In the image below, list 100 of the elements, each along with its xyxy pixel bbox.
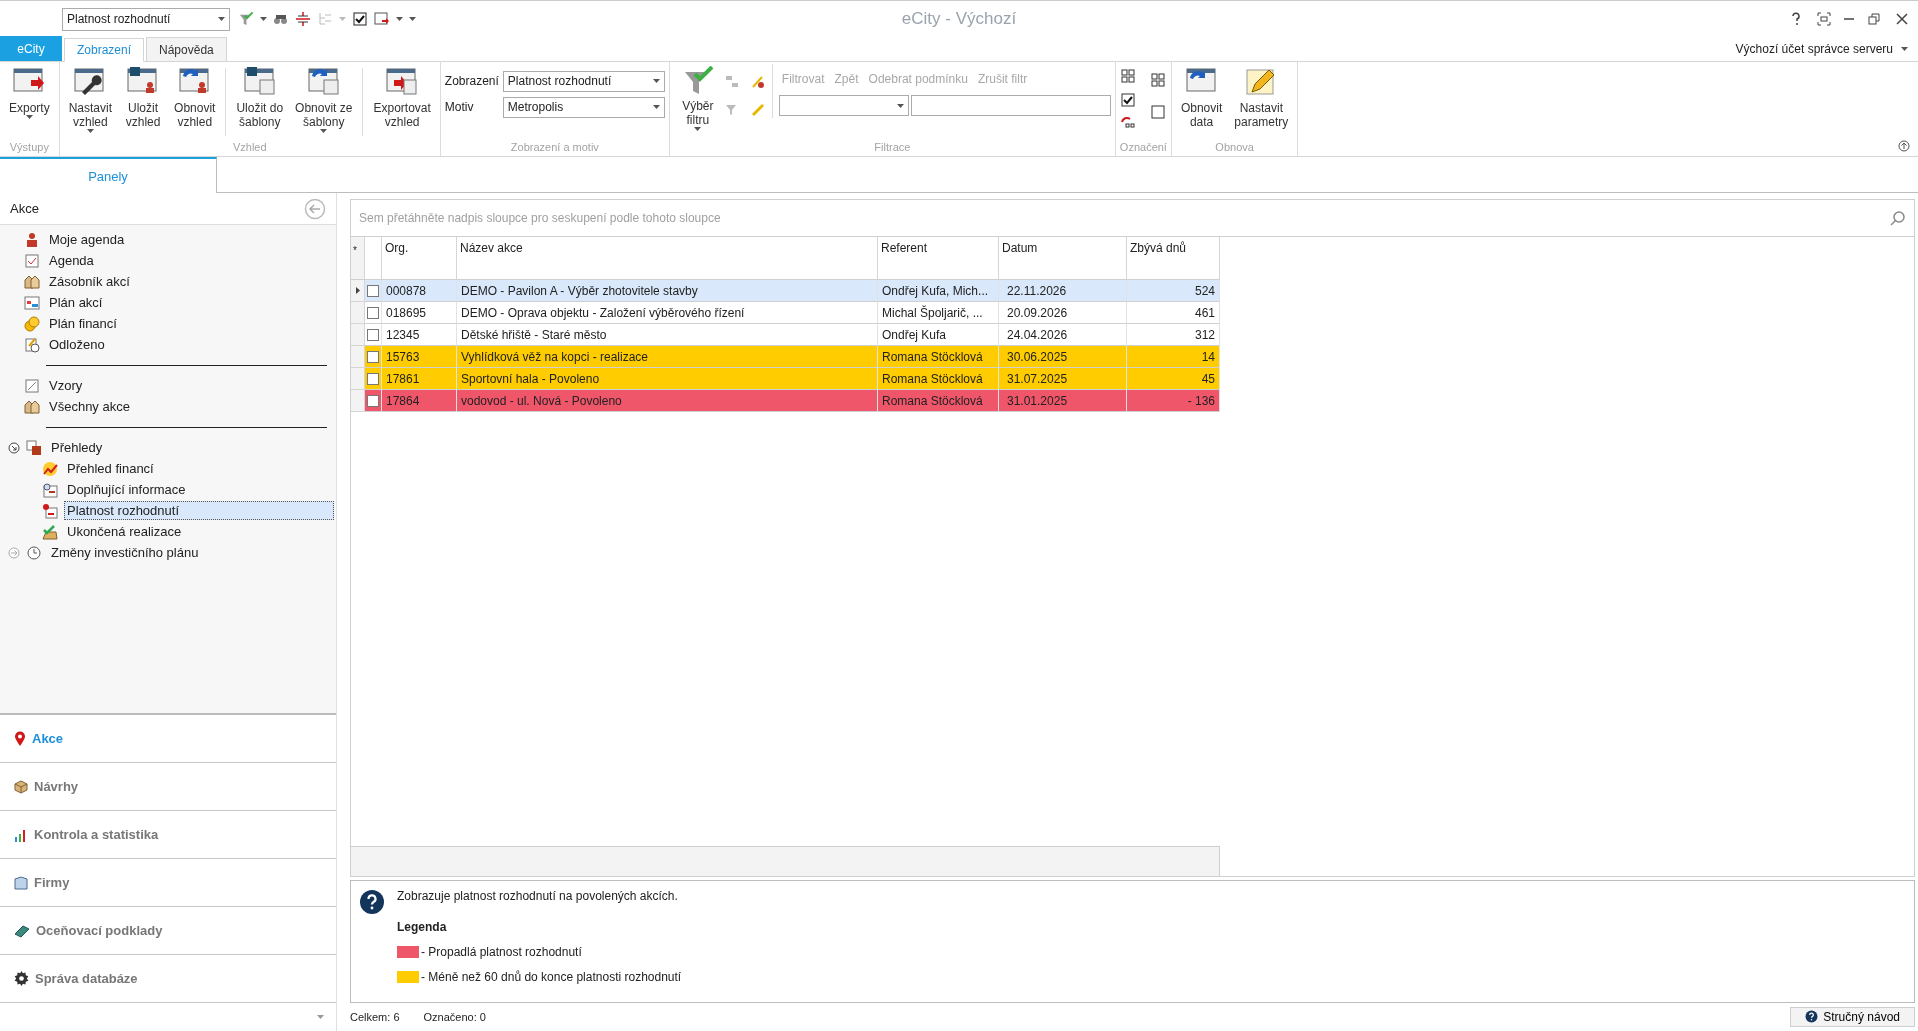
row-checkbox[interactable] bbox=[367, 284, 379, 297]
tree-item[interactable]: Plán financí bbox=[46, 314, 120, 333]
row-header[interactable] bbox=[351, 280, 365, 302]
caret-icon bbox=[896, 103, 904, 108]
table-cell: 17861 bbox=[382, 368, 457, 390]
collapse-ribbon-icon[interactable] bbox=[1898, 140, 1910, 152]
column-header[interactable]: Org. bbox=[382, 237, 457, 280]
alert-table-icon bbox=[42, 502, 58, 519]
ribbon-button[interactable]: Uložit vzhled bbox=[119, 64, 168, 135]
restore-icon bbox=[1866, 11, 1882, 27]
table-row[interactable] bbox=[365, 390, 382, 412]
panels-tab[interactable]: Panely bbox=[0, 157, 217, 193]
table-cell: 15763 bbox=[382, 346, 457, 368]
chart-line-icon bbox=[42, 460, 58, 477]
tree-item[interactable]: Změny investičního plánu bbox=[48, 543, 202, 562]
help-button[interactable]: Stručný návod bbox=[1790, 1006, 1915, 1027]
table-cell: 17864 bbox=[382, 390, 457, 412]
column-select[interactable] bbox=[778, 95, 909, 116]
filter-input[interactable] bbox=[910, 95, 1111, 116]
ribbon-button[interactable]: Výběr filtru bbox=[673, 64, 722, 133]
caret-icon bbox=[652, 105, 660, 109]
column-header[interactable]: Datum bbox=[999, 237, 1127, 280]
column-header[interactable]: Referent bbox=[878, 237, 999, 280]
refresh-template-icon bbox=[305, 66, 342, 98]
collapse-icon[interactable] bbox=[8, 441, 20, 454]
account-menu[interactable]: Výchozí účet správce serveru bbox=[1735, 42, 1893, 56]
folders-icon bbox=[24, 398, 40, 415]
table-cell: 000878 bbox=[382, 280, 457, 302]
row-checkbox[interactable] bbox=[367, 394, 379, 407]
new-row-mark: * bbox=[351, 237, 365, 280]
legend-label: - Propadlá platnost rozhodnutí bbox=[421, 944, 582, 959]
ribbon-group-label: Označení bbox=[1119, 140, 1167, 155]
tree-item[interactable]: Přehled financí bbox=[64, 459, 157, 478]
book-icon bbox=[14, 923, 30, 938]
group-by-hint: Sem přetáhněte nadpis sloupce pro seskupení podle tohoto sloupce bbox=[359, 211, 721, 225]
ribbon-button[interactable]: Nastavit parametry bbox=[1229, 64, 1294, 135]
pencil-icon bbox=[749, 102, 766, 118]
tree-item[interactable]: Platnost rozhodnutí bbox=[64, 501, 334, 520]
tree-item[interactable]: Vzory bbox=[46, 376, 86, 395]
clock-icon bbox=[26, 544, 42, 561]
ribbon-tab[interactable]: Zobrazení bbox=[64, 38, 145, 62]
save-template-icon bbox=[241, 66, 278, 98]
current-row-icon bbox=[355, 287, 360, 294]
split-icon bbox=[295, 11, 311, 27]
view-select[interactable]: Platnost rozhodnutí bbox=[62, 7, 230, 31]
help-text: Zobrazuje platnost rozhodnutí na povolených akcích. bbox=[397, 889, 679, 905]
tree-item[interactable]: Moje agenda bbox=[46, 230, 128, 249]
tree-item[interactable]: Zásobník akcí bbox=[46, 272, 133, 291]
tree-item[interactable]: Plán akcí bbox=[46, 293, 106, 312]
row-checkbox[interactable] bbox=[367, 372, 379, 385]
tree-icon bbox=[317, 11, 333, 27]
ribbon-button[interactable]: Obnovit vzhled bbox=[169, 64, 221, 135]
tree-item[interactable]: Všechny akce bbox=[46, 397, 133, 416]
table-cell: - 136 bbox=[1127, 390, 1220, 412]
table-cell: Sportovní hala - Povoleno bbox=[457, 368, 878, 390]
tree-item[interactable]: Doplňující informace bbox=[64, 480, 189, 499]
tree-item[interactable]: Agenda bbox=[46, 251, 97, 270]
table-row[interactable] bbox=[365, 302, 382, 324]
ribbon-tab[interactable]: Nápověda bbox=[146, 37, 227, 61]
search-icon[interactable] bbox=[1890, 210, 1906, 226]
table-cell: 31.01.2025 bbox=[999, 390, 1127, 412]
column-header[interactable]: Zbývá dnů bbox=[1127, 237, 1220, 280]
person-pencil-icon bbox=[749, 74, 766, 90]
pin-icon bbox=[14, 730, 26, 747]
help-icon bbox=[359, 889, 385, 915]
row-checkbox[interactable] bbox=[367, 328, 379, 341]
table-row[interactable] bbox=[365, 346, 382, 368]
expand-icon[interactable] bbox=[8, 546, 20, 559]
grid-icon bbox=[1149, 72, 1166, 88]
view-select[interactable]: Metropolis bbox=[502, 96, 665, 118]
ribbon-button[interactable]: Exporty bbox=[4, 64, 55, 121]
ribbon-button[interactable]: Obnovit ze šablony bbox=[290, 64, 358, 135]
column-header[interactable]: Název akce bbox=[457, 237, 878, 280]
table-row[interactable] bbox=[365, 280, 382, 302]
ribbon-button[interactable]: Exportovat vzhled bbox=[368, 64, 436, 135]
help-icon bbox=[1805, 1010, 1819, 1023]
ribbon-group-label: Zobrazení a motiv bbox=[509, 140, 600, 155]
row-checkbox[interactable] bbox=[367, 306, 379, 319]
tree-item[interactable]: Ukončená realizace bbox=[64, 522, 185, 541]
calendar-check-icon bbox=[24, 252, 40, 269]
table-row[interactable] bbox=[365, 324, 382, 346]
ribbon-group-label: Obnova bbox=[1214, 140, 1255, 155]
ribbon-button[interactable]: Nastavit vzhled bbox=[63, 64, 118, 135]
table-row[interactable] bbox=[365, 368, 382, 390]
caret-icon bbox=[694, 127, 702, 131]
field-label: Zobrazení bbox=[444, 74, 499, 88]
table-cell: 461 bbox=[1127, 302, 1220, 324]
view-select[interactable]: Platnost rozhodnutí bbox=[502, 70, 665, 92]
table-cell: 018695 bbox=[382, 302, 457, 324]
ribbon-button[interactable]: Uložit do šablony bbox=[231, 64, 289, 135]
ribbon-group-label: Výstupy bbox=[8, 140, 50, 155]
tree-item[interactable]: Přehledy bbox=[48, 438, 106, 457]
ribbon-button[interactable]: Obnovit data bbox=[1175, 64, 1228, 135]
tree-item[interactable]: Odloženo bbox=[46, 335, 108, 354]
row-checkbox[interactable] bbox=[367, 350, 379, 363]
legend-label: - Méně než 60 dnů do konce platnosti rozhodnutí bbox=[421, 969, 682, 984]
caret-icon bbox=[25, 115, 33, 119]
table-cell: 312 bbox=[1127, 324, 1220, 346]
settings-icon bbox=[14, 971, 29, 986]
folders-icon bbox=[24, 273, 40, 290]
